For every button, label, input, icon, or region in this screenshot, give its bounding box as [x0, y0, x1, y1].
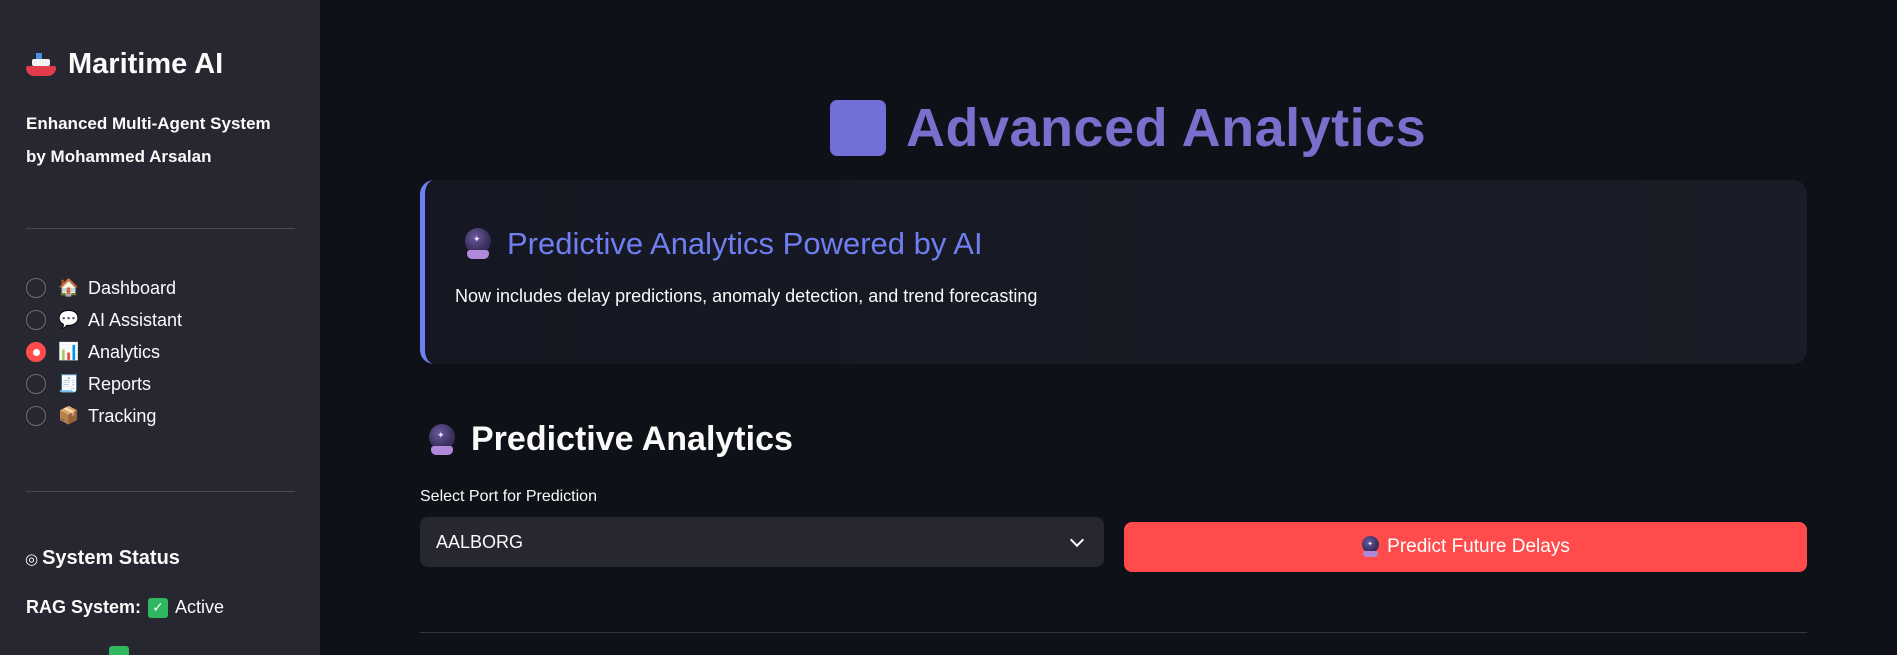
predict-delays-label: Predict Future Delays: [1387, 536, 1570, 557]
predict-delays-button[interactable]: ✦ Predict Future Delays: [1124, 522, 1807, 572]
system-status-heading: ◎ System Status: [25, 547, 180, 570]
bar-chart-icon: 📊: [58, 342, 80, 361]
subtitle-line-2: by Mohammed Arsalan: [26, 147, 212, 166]
port-select[interactable]: AALBORG: [420, 517, 1104, 567]
analytics-square-icon: [830, 100, 886, 156]
radio-dashboard[interactable]: [26, 278, 46, 298]
section-title: ✦ Predictive Analytics: [427, 420, 793, 459]
port-select-label: Select Port for Prediction: [420, 488, 597, 505]
sidebar: Maritime AI Enhanced Multi-Agent System …: [0, 0, 320, 655]
rag-label: RAG System:: [26, 597, 142, 617]
radio-ai-assistant[interactable]: [26, 310, 46, 330]
info-card-title-text: Predictive Analytics Powered by AI: [507, 226, 983, 261]
port-select-value: AALBORG: [436, 531, 524, 552]
subtitle-line-1: Enhanced Multi-Agent System: [26, 114, 271, 133]
nav-item-dashboard[interactable]: 🏠 Dashboard: [26, 272, 182, 304]
sidebar-divider: [26, 228, 295, 229]
crystal-ball-icon: ✦: [1361, 536, 1381, 558]
nav-item-ai-assistant[interactable]: 💬 AI Assistant: [26, 304, 182, 336]
app-title-text: Maritime AI: [68, 48, 224, 80]
ship-icon: [26, 52, 56, 78]
rag-status: RAG System: ✓ Active: [26, 597, 224, 618]
rag-value: Active: [175, 597, 225, 617]
info-card-title: ✦ Predictive Analytics Powered by AI: [463, 226, 983, 262]
nav-label-ai-assistant: AI Assistant: [88, 309, 183, 330]
receipt-icon: 🧾: [58, 374, 80, 393]
sidebar-divider-2: [26, 491, 295, 492]
package-icon: 📦: [58, 406, 80, 425]
crystal-ball-icon: ✦: [427, 423, 457, 456]
house-icon: 🏠: [58, 278, 80, 297]
check-icon: ✓: [148, 597, 169, 618]
check-icon-partial: [109, 646, 129, 655]
section-title-text: Predictive Analytics: [471, 420, 793, 458]
brain-icon: ◎: [25, 550, 39, 568]
page-title: Advanced Analytics: [830, 97, 1426, 159]
section-divider: [420, 632, 1807, 633]
info-card-text: Now includes delay predictions, anomaly …: [455, 286, 1038, 306]
chevron-down-icon[interactable]: [1069, 532, 1085, 547]
nav-item-analytics[interactable]: 📊 Analytics: [26, 336, 182, 368]
app-title: Maritime AI: [26, 48, 223, 81]
nav-item-reports[interactable]: 🧾 Reports: [26, 368, 182, 400]
nav-item-tracking[interactable]: 📦 Tracking: [26, 400, 182, 432]
nav-label-dashboard: Dashboard: [88, 277, 177, 298]
page-title-text: Advanced Analytics: [906, 98, 1427, 158]
nav-radio-group: 🏠 Dashboard 💬 AI Assistant 📊 Analytics 🧾…: [26, 272, 182, 432]
radio-analytics[interactable]: [26, 342, 46, 362]
nav-label-analytics: Analytics: [88, 341, 161, 362]
radio-tracking[interactable]: [26, 406, 46, 426]
info-card: ✦ Predictive Analytics Powered by AI Now…: [420, 180, 1807, 364]
radio-reports[interactable]: [26, 374, 46, 394]
nav-label-tracking: Tracking: [88, 405, 157, 426]
system-status-text: System Status: [42, 547, 180, 569]
speech-bubble-icon: 💬: [58, 310, 80, 329]
app-subtitle: Enhanced Multi-Agent System by Mohammed …: [26, 107, 306, 173]
nav-label-reports: Reports: [88, 373, 152, 394]
crystal-ball-icon: ✦: [463, 228, 493, 260]
